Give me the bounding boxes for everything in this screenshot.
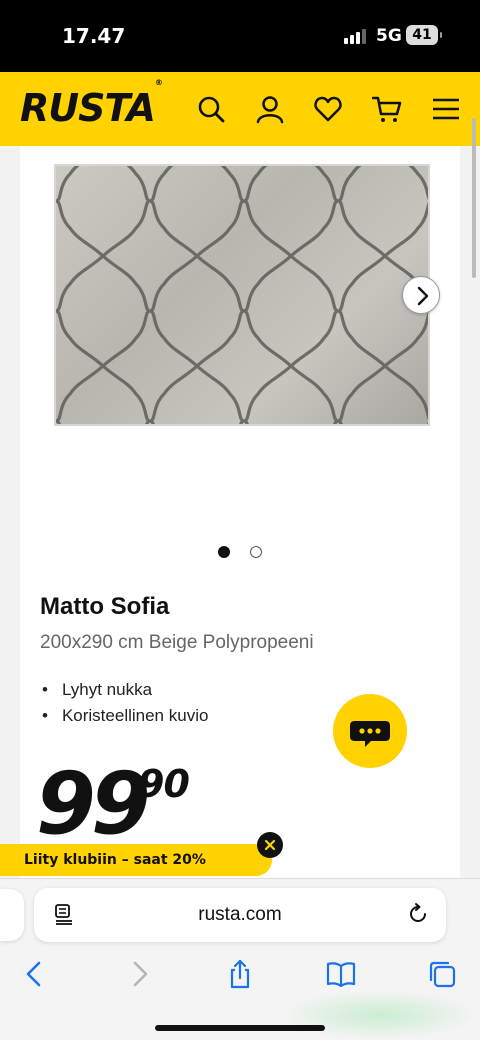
rusta-logo[interactable]: RUSTA® bbox=[20, 78, 163, 130]
price-decimal: 90 bbox=[138, 762, 190, 806]
status-time: 17.47 bbox=[62, 24, 126, 48]
status-bar: 17.47 5G 41 bbox=[0, 0, 480, 72]
cellular-signal-icon bbox=[344, 29, 366, 44]
address-bar[interactable]: rusta.com bbox=[34, 888, 446, 942]
forward-icon[interactable] bbox=[124, 959, 154, 989]
battery-indicator: 41 bbox=[406, 25, 442, 45]
previous-tab-peek[interactable] bbox=[0, 889, 24, 941]
wishlist-heart-icon[interactable] bbox=[313, 94, 343, 124]
menu-icon[interactable] bbox=[431, 94, 461, 124]
feature-item: Lyhyt nukka bbox=[40, 680, 208, 706]
tabs-icon[interactable] bbox=[427, 959, 457, 989]
back-icon[interactable] bbox=[20, 959, 50, 989]
url-text: rusta.com bbox=[198, 904, 282, 925]
chat-bubble-icon bbox=[350, 721, 390, 747]
close-icon bbox=[264, 839, 276, 851]
share-icon[interactable] bbox=[225, 959, 255, 989]
product-image[interactable] bbox=[54, 164, 430, 426]
product-title: Matto Sofia bbox=[40, 593, 170, 620]
carousel-dot-1[interactable] bbox=[218, 546, 230, 558]
page-scrollbar[interactable] bbox=[472, 118, 476, 278]
home-indicator[interactable] bbox=[155, 1025, 325, 1031]
search-icon[interactable] bbox=[196, 94, 226, 124]
account-icon[interactable] bbox=[255, 94, 285, 124]
product-subtitle: 200x290 cm Beige Polypropeeni bbox=[40, 632, 314, 653]
reload-icon[interactable] bbox=[406, 902, 430, 926]
feature-item: Koristeellinen kuvio bbox=[40, 706, 208, 732]
club-promo-banner[interactable]: Liity klubiin – saat 20% lisäalen! bbox=[0, 844, 272, 900]
rug-pattern bbox=[56, 166, 428, 424]
product-features: Lyhyt nukka Koristeellinen kuvio bbox=[40, 680, 208, 732]
bookmarks-icon[interactable] bbox=[326, 959, 356, 989]
cart-icon[interactable] bbox=[372, 94, 402, 124]
site-header: RUSTA® bbox=[0, 72, 480, 146]
product-price: 99 90 bbox=[36, 754, 190, 854]
chevron-right-icon bbox=[417, 286, 429, 306]
price-integer: 99 bbox=[36, 754, 151, 854]
carousel-pagination bbox=[218, 545, 282, 563]
chat-button[interactable] bbox=[333, 694, 407, 768]
product-card: Matto Sofia 200x290 cm Beige Polypropeen… bbox=[20, 146, 460, 878]
network-type: 5G bbox=[376, 26, 402, 46]
carousel-dot-2[interactable] bbox=[250, 546, 262, 558]
carousel-next-button[interactable] bbox=[402, 276, 440, 314]
promo-close-button[interactable] bbox=[257, 832, 283, 858]
system-glow bbox=[280, 990, 480, 1040]
